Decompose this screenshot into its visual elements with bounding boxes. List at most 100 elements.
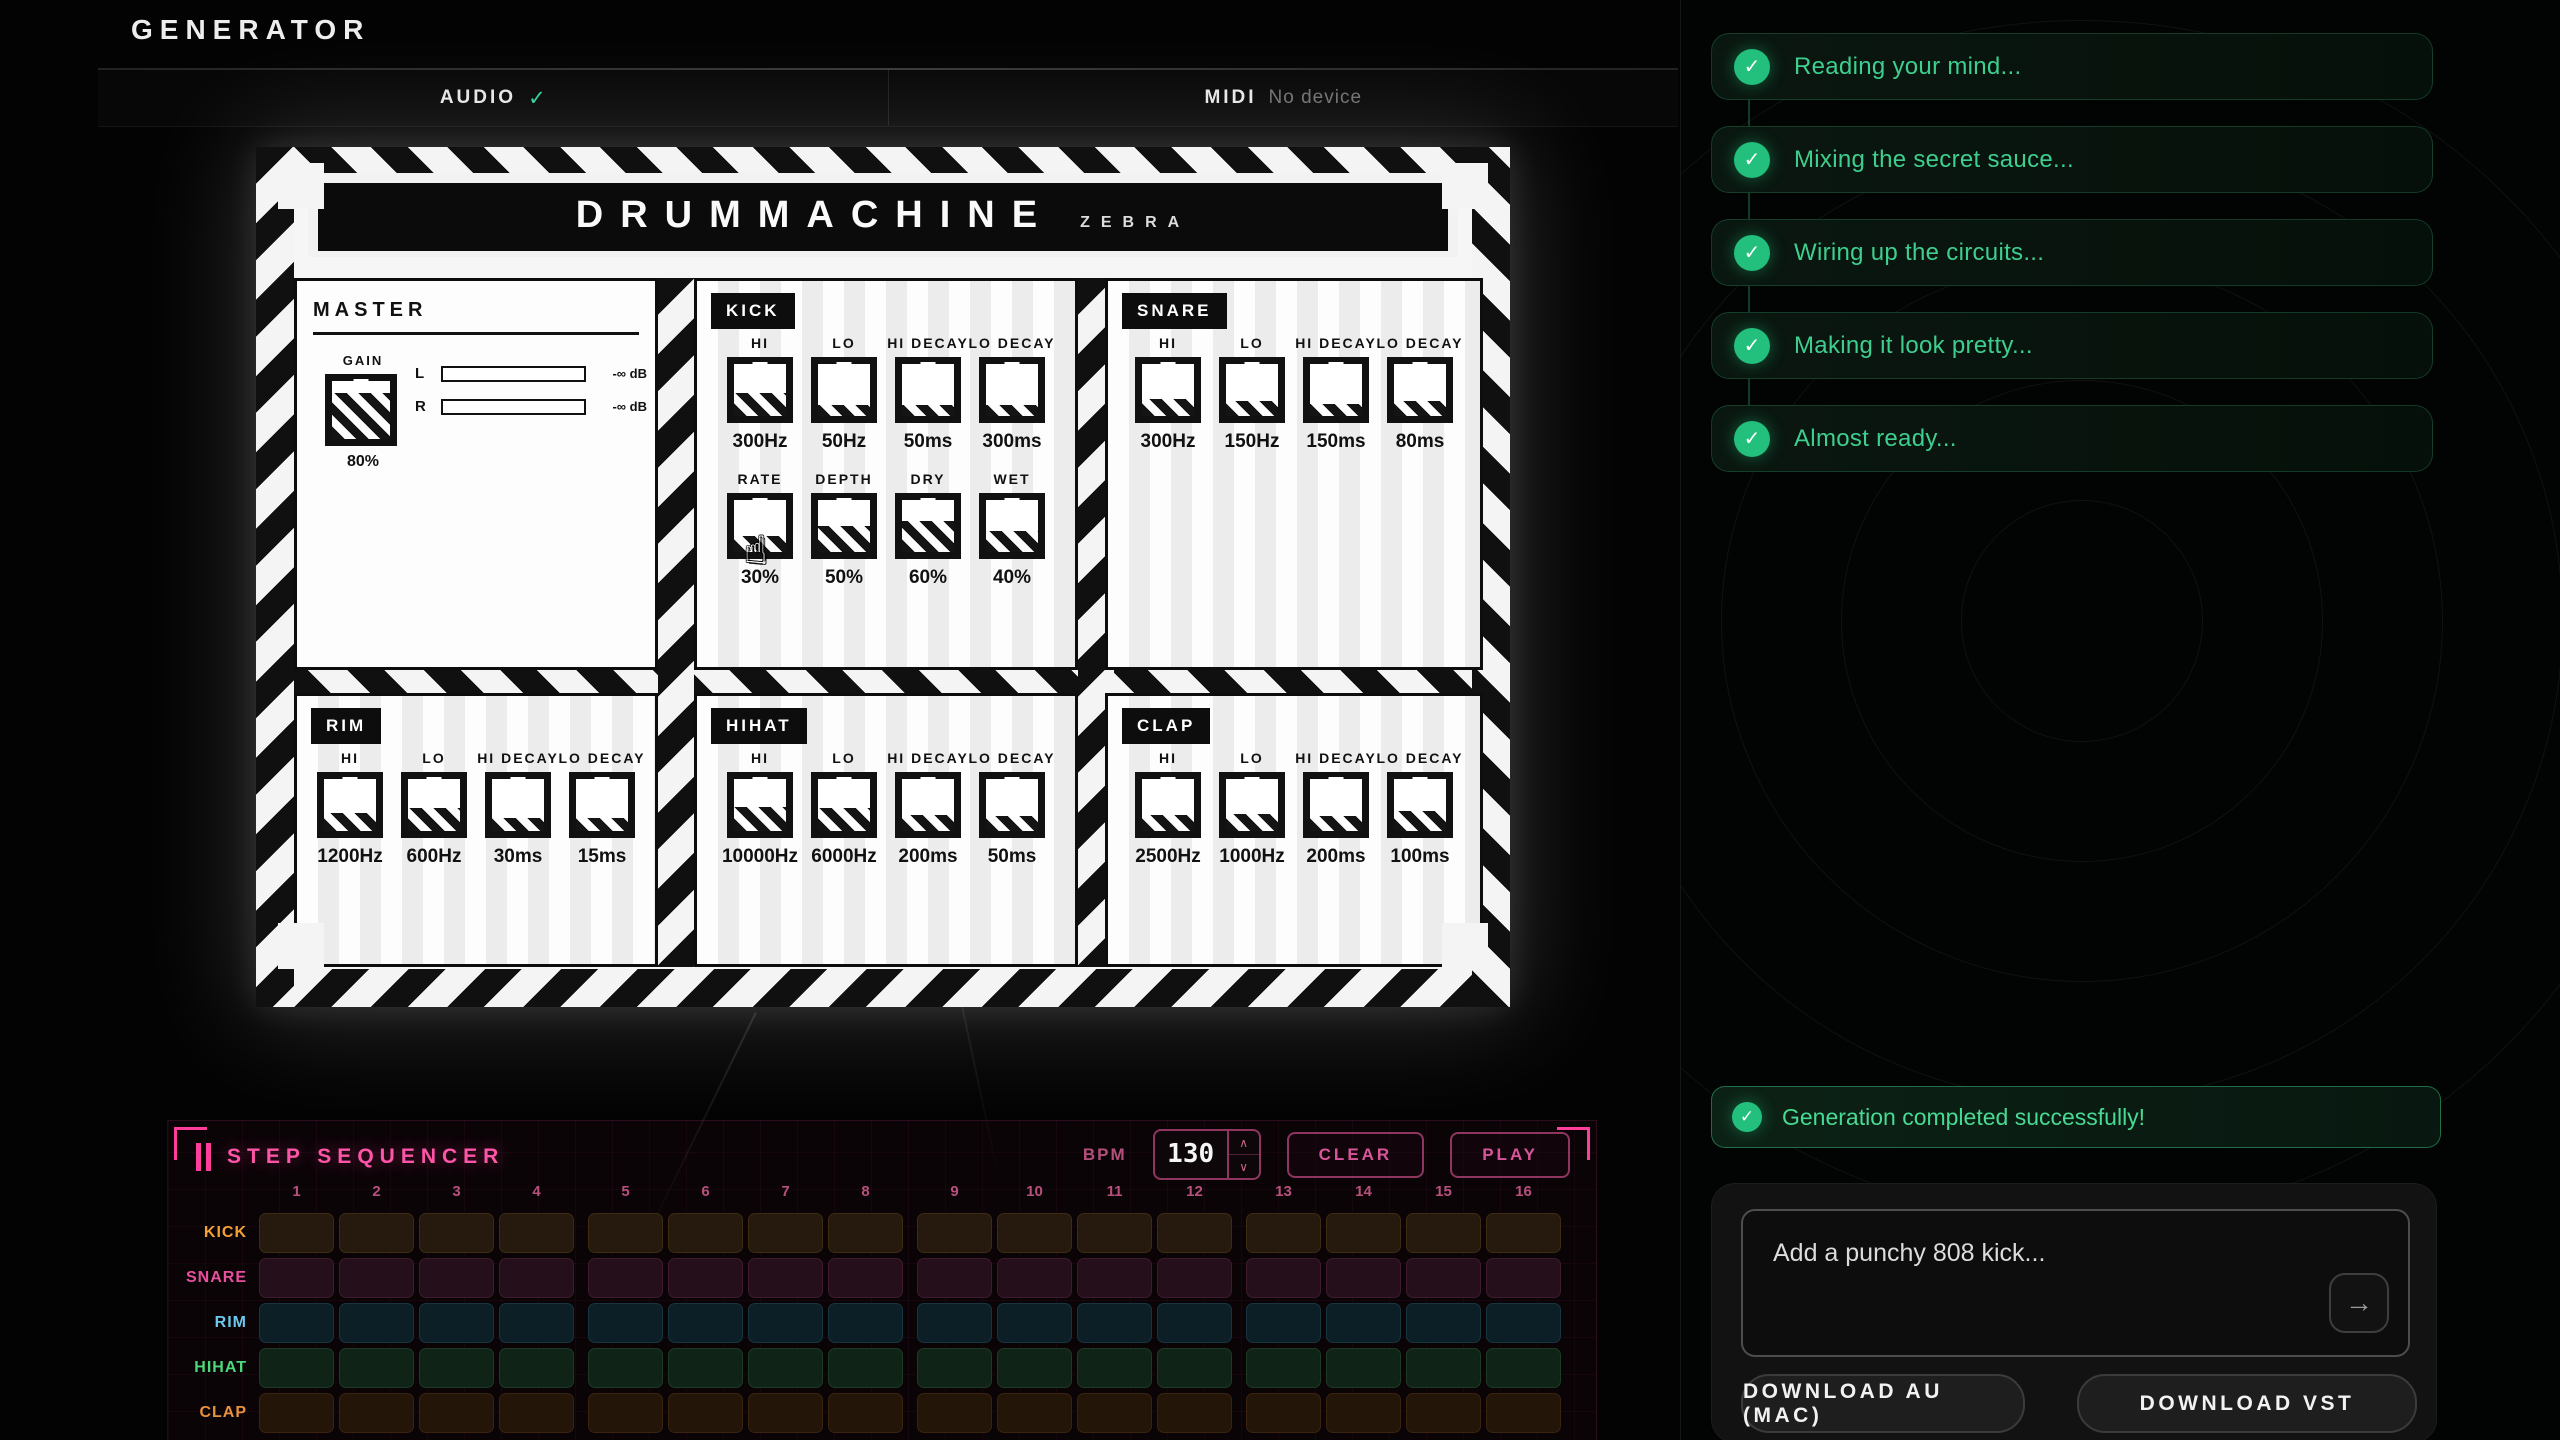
submit-prompt-button[interactable]: → (2329, 1273, 2389, 1333)
knob-kick-hi[interactable]: HI300Hz (718, 335, 802, 453)
step-cell[interactable] (668, 1213, 743, 1253)
step-cell[interactable] (259, 1258, 334, 1298)
step-cell[interactable] (1246, 1258, 1321, 1298)
step-cell[interactable] (748, 1213, 823, 1253)
play-button[interactable]: PLAY (1450, 1132, 1570, 1178)
step-cell[interactable] (1157, 1348, 1232, 1388)
step-cell[interactable] (997, 1303, 1072, 1343)
step-cell[interactable] (997, 1258, 1072, 1298)
step-cell[interactable] (1326, 1348, 1401, 1388)
knob-control[interactable] (895, 357, 961, 423)
step-cell[interactable] (828, 1348, 903, 1388)
step-cell[interactable] (499, 1213, 574, 1253)
step-cell[interactable] (917, 1393, 992, 1433)
knob-snare-lo-decay[interactable]: LO DECAY80ms (1378, 335, 1462, 453)
step-cell[interactable] (259, 1348, 334, 1388)
step-cell[interactable] (1326, 1303, 1401, 1343)
step-cell[interactable] (419, 1348, 494, 1388)
step-cell[interactable] (748, 1303, 823, 1343)
step-cell[interactable] (917, 1213, 992, 1253)
knob-control[interactable] (1303, 772, 1369, 838)
step-cell[interactable] (828, 1393, 903, 1433)
knob-clap-lo[interactable]: LO1000Hz (1210, 750, 1294, 868)
step-cell[interactable] (499, 1303, 574, 1343)
step-cell[interactable] (419, 1213, 494, 1253)
step-cell[interactable] (1406, 1213, 1481, 1253)
step-cell[interactable] (668, 1258, 743, 1298)
knob-snare-hi-decay[interactable]: HI DECAY150ms (1294, 335, 1378, 453)
step-cell[interactable] (499, 1258, 574, 1298)
knob-rim-lo-decay[interactable]: LO DECAY15ms (560, 750, 644, 868)
step-cell[interactable] (1326, 1393, 1401, 1433)
step-cell[interactable] (1077, 1393, 1152, 1433)
step-cell[interactable] (917, 1303, 992, 1343)
knob-snare-hi[interactable]: HI300Hz (1126, 335, 1210, 453)
knob-hihat-lo[interactable]: LO6000Hz (802, 750, 886, 868)
knob-control[interactable] (811, 357, 877, 423)
knob-control[interactable] (979, 772, 1045, 838)
step-cell[interactable] (1486, 1393, 1561, 1433)
knob-control[interactable] (485, 772, 551, 838)
step-cell[interactable] (339, 1213, 414, 1253)
knob-clap-hi[interactable]: HI2500Hz (1126, 750, 1210, 868)
step-cell[interactable] (339, 1348, 414, 1388)
step-cell[interactable] (419, 1258, 494, 1298)
knob-snare-lo[interactable]: LO150Hz (1210, 335, 1294, 453)
step-cell[interactable] (588, 1303, 663, 1343)
step-cell[interactable] (499, 1348, 574, 1388)
knob-hihat-lo-decay[interactable]: LO DECAY50ms (970, 750, 1054, 868)
knob-kick-depth[interactable]: DEPTH50% (802, 471, 886, 589)
step-cell[interactable] (668, 1303, 743, 1343)
knob-control[interactable] (1135, 357, 1201, 423)
step-cell[interactable] (1486, 1348, 1561, 1388)
knob-control[interactable] (317, 772, 383, 838)
step-cell[interactable] (1406, 1258, 1481, 1298)
knob-control[interactable] (1303, 357, 1369, 423)
knob-rim-lo[interactable]: LO600Hz (392, 750, 476, 868)
step-cell[interactable] (339, 1258, 414, 1298)
step-cell[interactable] (1077, 1348, 1152, 1388)
knob-control[interactable] (895, 772, 961, 838)
knob-rim-hi-decay[interactable]: HI DECAY30ms (476, 750, 560, 868)
step-cell[interactable] (828, 1213, 903, 1253)
step-cell[interactable] (917, 1348, 992, 1388)
step-cell[interactable] (339, 1303, 414, 1343)
step-cell[interactable] (1326, 1258, 1401, 1298)
step-cell[interactable] (1157, 1393, 1232, 1433)
knob-control[interactable] (1135, 772, 1201, 838)
knob-control[interactable] (401, 772, 467, 838)
clear-button[interactable]: CLEAR (1287, 1132, 1425, 1178)
knob-control[interactable] (1387, 357, 1453, 423)
knob-clap-lo-decay[interactable]: LO DECAY100ms (1378, 750, 1462, 868)
knob-control[interactable] (727, 772, 793, 838)
download-au-button[interactable]: DOWNLOAD AU (MAC) (1741, 1374, 2025, 1433)
knob-control[interactable] (1219, 357, 1285, 423)
bpm-down-icon[interactable]: ∨ (1229, 1154, 1259, 1178)
step-cell[interactable] (1246, 1393, 1321, 1433)
knob-kick-wet[interactable]: WET40% (970, 471, 1054, 589)
tab-audio[interactable]: AUDIO ✓ (98, 70, 888, 126)
knob-rim-hi[interactable]: HI1200Hz (308, 750, 392, 868)
step-cell[interactable] (259, 1213, 334, 1253)
step-cell[interactable] (1157, 1213, 1232, 1253)
step-cell[interactable] (588, 1258, 663, 1298)
step-cell[interactable] (1486, 1303, 1561, 1343)
step-cell[interactable] (1486, 1258, 1561, 1298)
step-cell[interactable] (997, 1348, 1072, 1388)
step-cell[interactable] (259, 1393, 334, 1433)
knob-clap-hi-decay[interactable]: HI DECAY200ms (1294, 750, 1378, 868)
knob-control[interactable] (979, 357, 1045, 423)
knob-control[interactable] (895, 493, 961, 559)
step-cell[interactable] (1077, 1303, 1152, 1343)
knob-control[interactable] (1219, 772, 1285, 838)
step-cell[interactable] (748, 1348, 823, 1388)
step-cell[interactable] (748, 1393, 823, 1433)
knob-control[interactable] (811, 493, 877, 559)
bpm-value[interactable]: 130 (1155, 1131, 1227, 1177)
step-cell[interactable] (748, 1258, 823, 1298)
step-cell[interactable] (1157, 1303, 1232, 1343)
step-cell[interactable] (668, 1393, 743, 1433)
step-cell[interactable] (1077, 1213, 1152, 1253)
bpm-input[interactable]: 130 ∧ ∨ (1153, 1129, 1261, 1180)
step-cell[interactable] (1486, 1213, 1561, 1253)
